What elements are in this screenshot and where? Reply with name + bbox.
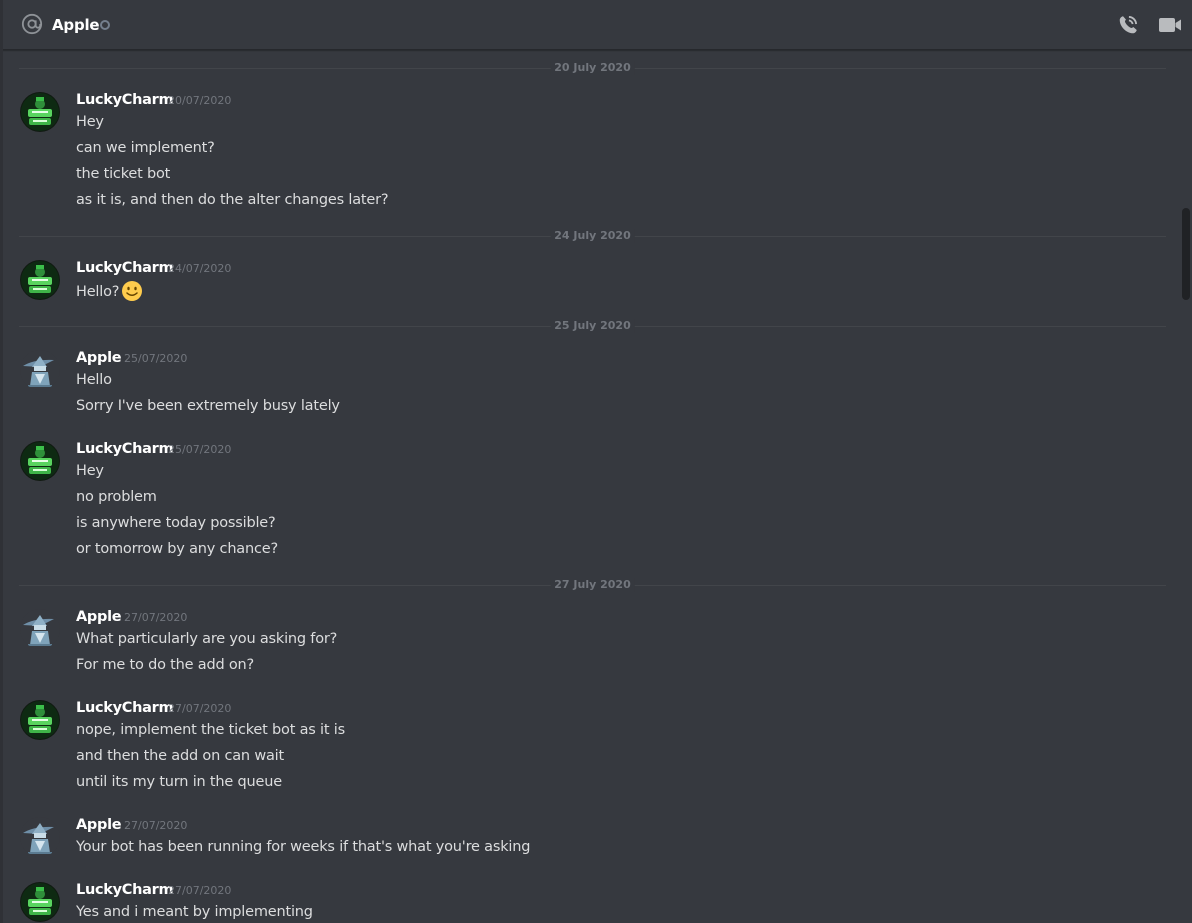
date-divider-label: 25 July 2020: [550, 319, 635, 333]
status-offline-icon: [100, 20, 110, 30]
avatar-luckycharm[interactable]: [20, 882, 60, 922]
message-text: Sorry I've been extremely busy lately: [76, 398, 340, 414]
voice-call-icon[interactable]: [1117, 14, 1139, 36]
date-divider: 25 July 2020: [19, 319, 1166, 333]
message-lines: Your bot has been running for weeks if t…: [76, 837, 530, 863]
message-timestamp: 25/07/2020: [168, 443, 232, 456]
header-title: Apple: [52, 16, 100, 34]
avatar-luckycharm[interactable]: [20, 441, 60, 481]
message-text: is anywhere today possible?: [76, 515, 276, 531]
message-text: Your bot has been running for weeks if t…: [76, 839, 531, 855]
message-text: until its my turn in the queue: [76, 774, 282, 790]
dm-chat-window: Apple 20 July 2020 LuckyCharm 20/07/2020…: [0, 0, 1192, 923]
message-line: Hello?: [76, 280, 143, 306]
scrollbar-thumb[interactable]: [1182, 208, 1190, 300]
avatar-apple[interactable]: [20, 350, 60, 390]
avatar-luckycharm[interactable]: [20, 700, 60, 740]
date-divider: 20 July 2020: [19, 61, 1166, 75]
message-lines: Hey can we implement? the ticket bot as …: [76, 112, 389, 216]
avatar-luckycharm[interactable]: [20, 92, 60, 132]
message-text: Yes and i meant by implementing: [76, 904, 313, 920]
message-text: can we implement?: [76, 140, 215, 156]
message-list[interactable]: 20 July 2020 LuckyCharm 20/07/2020 Hey c…: [3, 50, 1178, 923]
message-author[interactable]: LuckyCharm: [76, 258, 174, 278]
message-timestamp: 20/07/2020: [168, 94, 232, 107]
date-divider-label: 20 July 2020: [550, 61, 635, 75]
message-author[interactable]: LuckyCharm: [76, 698, 174, 718]
message-text: no problem: [76, 489, 157, 505]
message-author[interactable]: Apple: [76, 815, 122, 835]
message-lines: nope, implement the ticket bot as it is …: [76, 720, 345, 798]
message-timestamp: 27/07/2020: [168, 702, 232, 715]
message-text: Hey: [76, 463, 104, 479]
message-text: What particularly are you asking for?: [76, 631, 338, 647]
message-text: and then the add on can wait: [76, 748, 284, 764]
video-call-icon[interactable]: [1158, 14, 1182, 36]
message-text: nope, implement the ticket bot as it is: [76, 722, 345, 738]
avatar-luckycharm[interactable]: [20, 260, 60, 300]
message-text: Hey: [76, 114, 104, 130]
message-author[interactable]: LuckyCharm: [76, 90, 174, 110]
date-divider: 24 July 2020: [19, 229, 1166, 243]
message-timestamp: 27/07/2020: [124, 819, 188, 832]
message-lines: Yes and i meant by implementing: [76, 902, 313, 923]
date-divider: 27 July 2020: [19, 578, 1166, 592]
message-author[interactable]: Apple: [76, 348, 122, 368]
avatar-apple[interactable]: [20, 817, 60, 857]
date-divider-label: 27 July 2020: [550, 578, 635, 592]
message-lines: Hey no problem is anywhere today possibl…: [76, 461, 278, 565]
message-text: Hello?: [76, 284, 120, 300]
message-author[interactable]: Apple: [76, 607, 122, 627]
message-text: as it is, and then do the alter changes …: [76, 192, 389, 208]
message-author[interactable]: LuckyCharm: [76, 439, 174, 459]
message-text: the ticket bot: [76, 166, 171, 182]
slightly-smiling-face-emoji[interactable]: [121, 280, 143, 302]
message-text: Hello: [76, 372, 112, 388]
message-text: For me to do the add on?: [76, 657, 255, 673]
message-lines: Hello Sorry I've been extremely busy lat…: [76, 370, 340, 422]
at-icon: [21, 13, 43, 35]
message-author[interactable]: LuckyCharm: [76, 880, 174, 900]
message-text: or tomorrow by any chance?: [76, 541, 278, 557]
message-timestamp: 27/07/2020: [168, 884, 232, 897]
message-timestamp: 27/07/2020: [124, 611, 188, 624]
message-lines: Hello?: [76, 280, 143, 306]
message-lines: What particularly are you asking for? Fo…: [76, 629, 337, 681]
avatar-apple[interactable]: [20, 609, 60, 649]
date-divider-label: 24 July 2020: [550, 229, 635, 243]
message-timestamp: 24/07/2020: [168, 262, 232, 275]
message-timestamp: 25/07/2020: [124, 352, 188, 365]
channel-header: Apple: [3, 0, 1192, 50]
